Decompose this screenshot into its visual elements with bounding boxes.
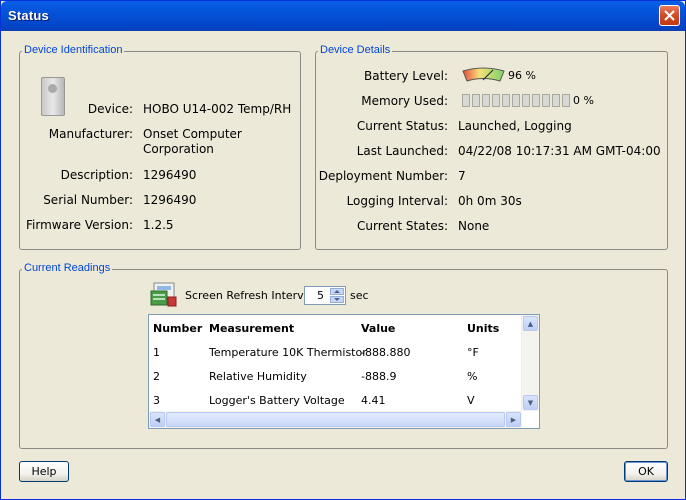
status-window: Status Device Identification Device: HOB… xyxy=(0,0,686,500)
memory-segment xyxy=(512,94,520,107)
scroll-down-button[interactable]: ▼ xyxy=(523,395,538,410)
serial-number-value: 1296490 xyxy=(143,193,197,207)
current-states-label: Current States: xyxy=(357,219,448,233)
device-identification-group: Device Identification Device: HOBO U14-0… xyxy=(19,44,301,250)
current-readings-legend: Current Readings xyxy=(22,262,113,274)
arrow-up-icon xyxy=(334,290,340,293)
refresh-interval-value[interactable]: 5 xyxy=(317,289,324,302)
device-value: HOBO U14-002 Temp/RH xyxy=(143,102,292,116)
device-identification-legend: Device Identification xyxy=(22,44,125,56)
current-status-value: Launched, Logging xyxy=(458,119,572,133)
battery-level-label: Battery Level: xyxy=(364,69,448,83)
table-cell[interactable]: 2 xyxy=(153,370,160,383)
memory-segment xyxy=(492,94,500,107)
memory-segment xyxy=(542,94,550,107)
close-button[interactable] xyxy=(659,5,680,26)
help-button[interactable]: Help xyxy=(19,461,69,482)
current-states-value: None xyxy=(458,219,490,233)
horizontal-scrollbar[interactable]: ◀ ▶ xyxy=(149,411,522,428)
horizontal-scroll-thumb[interactable] xyxy=(166,412,505,427)
description-value: 1296490 xyxy=(143,168,197,182)
last-launched-value: 04/22/08 10:17:31 AM GMT-04:00 xyxy=(458,144,661,158)
table-cell[interactable]: °F xyxy=(467,346,479,359)
memory-segment xyxy=(562,94,570,107)
refresh-interval-unit: sec xyxy=(350,289,369,302)
memory-used-label: Memory Used: xyxy=(361,94,448,108)
readings-table[interactable]: Number Measurement Value Units 1 Tempera… xyxy=(148,314,540,429)
current-status-label: Current Status: xyxy=(356,119,448,133)
vertical-scrollbar[interactable]: ▲ ▼ xyxy=(521,315,539,411)
column-header-number[interactable]: Number xyxy=(153,322,202,335)
table-cell[interactable]: Relative Humidity xyxy=(209,370,307,383)
device-label: Device: xyxy=(87,102,133,116)
description-label: Description: xyxy=(60,168,133,182)
firmware-version-value: 1.2.5 xyxy=(143,218,174,232)
spinner-down-button[interactable] xyxy=(330,296,344,303)
device-details-group: Device Details Battery Level: 96 % Memor… xyxy=(315,44,668,250)
deployment-number-value: 7 xyxy=(458,169,466,183)
scroll-left-button[interactable]: ◀ xyxy=(150,412,165,427)
manufacturer-value: Onset Computer Corporation xyxy=(143,127,242,156)
memory-segment xyxy=(502,94,510,107)
memory-segment xyxy=(472,94,480,107)
window-title: Status xyxy=(8,8,49,23)
firmware-version-label: Firmware Version: xyxy=(26,218,133,232)
device-details-legend: Device Details xyxy=(318,44,393,56)
arrow-down-icon xyxy=(334,298,340,301)
logging-interval-value: 0h 0m 30s xyxy=(458,194,522,208)
memory-bar xyxy=(462,94,572,107)
table-cell[interactable]: 3 xyxy=(153,394,160,407)
memory-segment xyxy=(522,94,530,107)
table-cell[interactable]: % xyxy=(467,370,477,383)
manufacturer-label: Manufacturer: xyxy=(48,127,133,141)
memory-segment xyxy=(482,94,490,107)
logging-interval-label: Logging Interval: xyxy=(346,194,448,208)
refresh-interval-label: Screen Refresh Interval: xyxy=(185,289,318,302)
battery-gauge-icon xyxy=(462,67,505,82)
table-cell[interactable]: 4.41 xyxy=(361,394,386,407)
scroll-right-button[interactable]: ▶ xyxy=(506,412,521,427)
refresh-icon xyxy=(150,282,178,308)
scroll-up-button[interactable]: ▲ xyxy=(523,316,538,331)
deployment-number-label: Deployment Number: xyxy=(318,169,448,183)
last-launched-label: Last Launched: xyxy=(356,144,448,158)
battery-level-value: 96 % xyxy=(508,69,536,82)
device-icon xyxy=(41,77,65,116)
table-cell[interactable]: Temperature 10K Thermistor xyxy=(209,346,367,359)
column-header-measurement[interactable]: Measurement xyxy=(209,322,294,335)
column-header-value[interactable]: Value xyxy=(361,322,395,335)
close-icon xyxy=(664,10,675,21)
table-cell[interactable]: -888.880 xyxy=(361,346,410,359)
memory-segment xyxy=(552,94,560,107)
spinner-up-button[interactable] xyxy=(330,288,344,295)
table-cell[interactable]: 1 xyxy=(153,346,160,359)
column-header-units[interactable]: Units xyxy=(467,322,499,335)
memory-segment xyxy=(462,94,470,107)
refresh-interval-spinner[interactable]: 5 xyxy=(304,286,346,305)
memory-segment xyxy=(532,94,540,107)
serial-number-label: Serial Number: xyxy=(43,193,133,207)
memory-used-value: 0 % xyxy=(573,94,594,107)
title-bar[interactable]: Status xyxy=(1,1,685,31)
table-cell[interactable]: Logger's Battery Voltage xyxy=(209,394,345,407)
table-cell[interactable]: V xyxy=(467,394,475,407)
table-cell[interactable]: -888.9 xyxy=(361,370,396,383)
ok-button[interactable]: OK xyxy=(624,461,668,482)
